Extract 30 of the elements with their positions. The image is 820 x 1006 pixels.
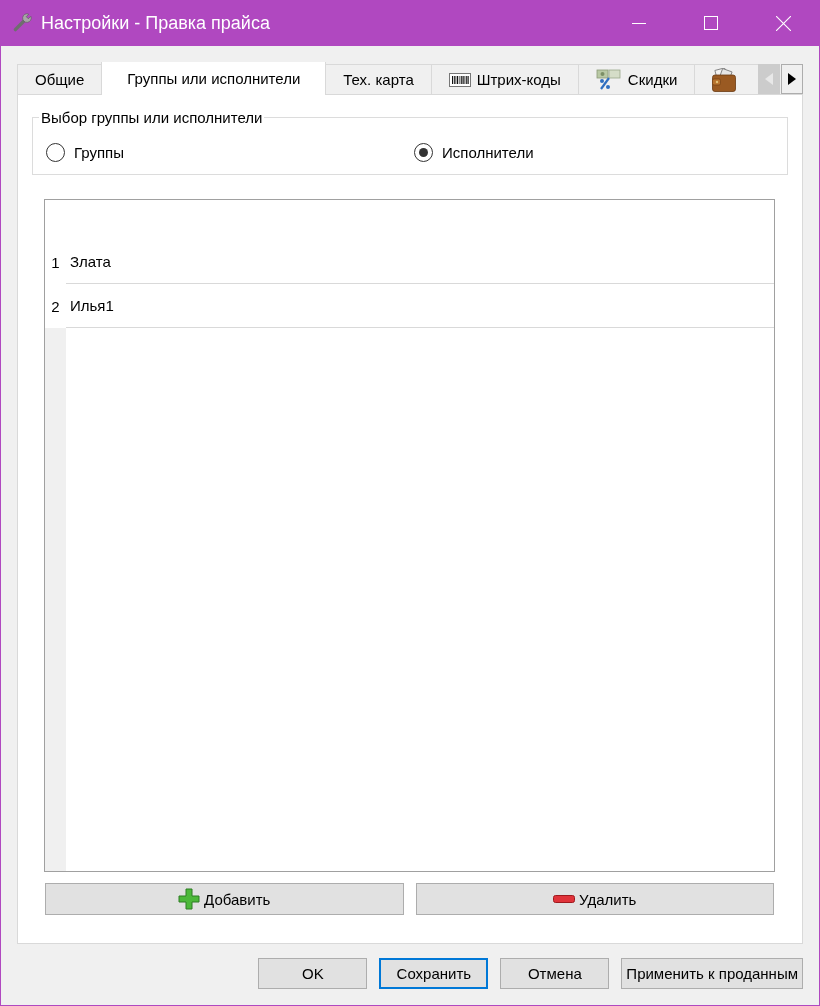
row-number: 2 [45,284,66,328]
tab[interactable]: Группы или исполнители [101,62,327,95]
dialog-button[interactable]: OK [258,958,368,989]
scroll-right-button[interactable] [781,64,803,94]
radio-button[interactable] [46,143,65,162]
dialog-button[interactable]: Отмена [500,958,610,989]
dialog-button[interactable]: Применить к проданным [621,958,803,989]
window-title: Настройки - Правка прайса [41,12,270,34]
tab[interactable]: Общие [17,64,103,95]
radio-label[interactable]: Группы [74,144,124,161]
close-icon [775,15,791,31]
dialog-button[interactable]: Сохранить [379,958,489,989]
table-cell[interactable]: Илья1 [66,284,774,328]
plus-icon [178,888,201,910]
maximize-icon [704,16,718,30]
row-number: 1 [45,240,66,284]
table-cell[interactable]: Злата [66,240,774,284]
tab[interactable] [694,64,758,95]
add-button[interactable]: Добавить [45,883,404,915]
delete-button[interactable]: Удалить [415,883,774,915]
minimize-icon [632,22,646,24]
money-percent-icon [595,68,622,91]
left-arrow-icon [765,73,773,85]
wallet-icon [712,67,737,92]
minus-icon [553,895,576,903]
radio-button[interactable] [414,143,433,162]
group-box-title: Выбор группы или исполнители [40,109,264,126]
barcode-icon [448,72,471,87]
radio-label[interactable]: Исполнители [442,144,534,161]
right-arrow-icon [788,73,796,85]
